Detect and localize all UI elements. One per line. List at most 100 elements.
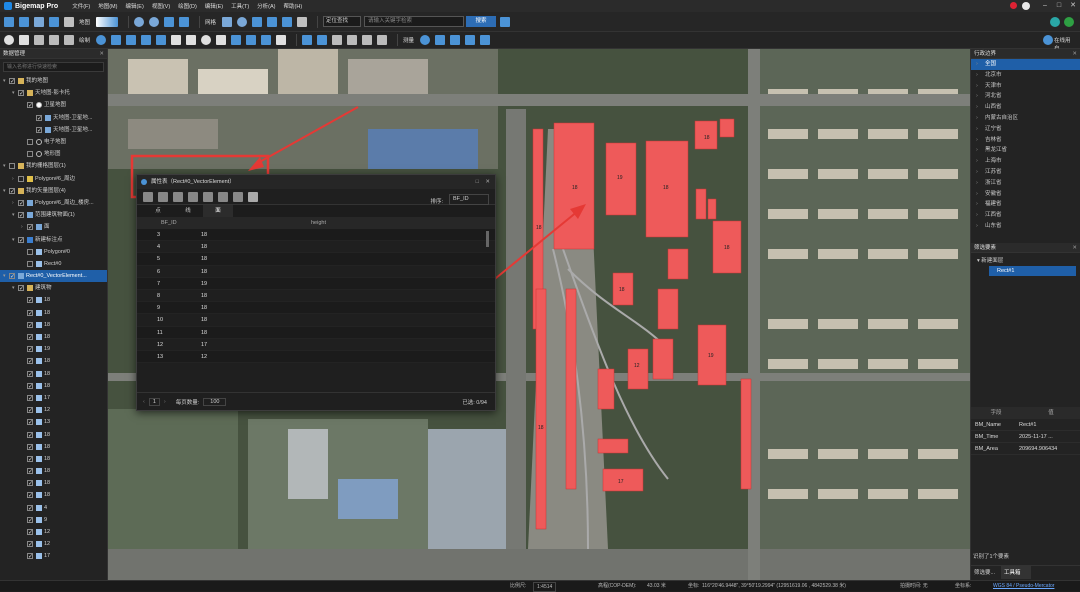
filter-group[interactable]: ▾ 新建面层 [971,253,1080,264]
share-icon[interactable] [1050,17,1060,27]
polygon-select-icon[interactable] [49,35,59,45]
gear-icon[interactable] [34,16,44,27]
layer-tree-item[interactable]: 天地图-卫星地... [0,124,107,137]
layer-tree-item[interactable]: ▾Rect#0_VectorElement... [0,270,107,283]
layer-tree-item[interactable]: 18 [0,380,107,393]
layer-checkbox[interactable] [27,248,33,255]
maximize-icon[interactable]: □ [1054,2,1064,10]
region-item[interactable]: 安徽省 [971,189,1080,200]
layer-checkbox[interactable] [27,454,33,466]
layer-checkbox[interactable] [27,260,33,267]
panel-close-icon[interactable]: ✕ [1072,49,1077,59]
table-row[interactable]: 5 18 [137,253,495,266]
calc-field-icon[interactable] [218,191,228,202]
menu-draw[interactable]: 绘图(D) [178,2,197,10]
layer-checkbox[interactable] [27,356,33,368]
col-header-height[interactable]: height [191,217,495,229]
region-item[interactable]: 黑龙江省 [971,145,1080,156]
layer-tree-item[interactable]: 18 [0,368,107,381]
layer-tree-item[interactable]: 卫星地图 [0,99,107,112]
layer-checkbox[interactable] [27,308,33,320]
layout-icon[interactable] [252,16,263,27]
region-item[interactable]: 江西省 [971,210,1080,221]
layer-checkbox[interactable] [9,163,15,170]
page-number[interactable]: 1 [148,397,160,406]
grid-icon[interactable] [222,16,233,27]
attribute-table-dialog[interactable]: 属性表（Rect#0_VectorElement） □ ✕ 排序: BF_ID … [136,174,496,411]
layer-checkbox[interactable] [27,222,33,234]
layer-tree-item[interactable]: 电子地图 [0,136,107,148]
region-item[interactable]: 全国 [971,59,1080,70]
table-row[interactable]: 7 19 [137,277,495,290]
region-item[interactable]: 内蒙古自治区 [971,113,1080,124]
tab-toolbox[interactable]: 工具箱 [1001,566,1031,579]
layer-tree-item[interactable]: 9 [0,514,107,527]
open-file-icon[interactable] [4,16,14,27]
layer-tree-item[interactable]: 12 [0,404,107,417]
layer-checkbox[interactable] [27,381,33,393]
close-icon[interactable]: ✕ [1068,2,1078,10]
restore-icon[interactable]: □ [476,175,479,189]
layer-checkbox[interactable] [9,76,15,88]
pentagon-icon[interactable] [186,35,197,45]
layer-tree-item[interactable]: 18 [0,331,107,344]
layer-tree-item[interactable]: 18 [0,294,107,307]
cut-icon[interactable] [347,35,358,45]
prev-page-icon[interactable]: ‹ [143,399,145,405]
layer-checkbox[interactable] [36,113,42,125]
layer-tree-item[interactable]: ▾范围建筑物面(1) [0,209,107,222]
layer-tree-item[interactable]: 19 [0,343,107,356]
region-item[interactable]: 上海市 [971,156,1080,167]
menu-icon[interactable] [248,191,258,202]
layer-checkbox[interactable] [27,320,33,332]
layer-checkbox[interactable] [18,283,24,295]
measure-area-icon[interactable] [450,35,461,45]
export-icon[interactable] [49,16,59,27]
layer-tree-item[interactable]: ›面 [0,221,107,234]
menu-tools[interactable]: 工具(T) [231,2,249,10]
layer-checkbox[interactable] [9,186,15,198]
zoom-to-icon[interactable] [203,191,213,202]
menu-edit-2[interactable]: 编辑(E) [205,2,223,10]
region-item[interactable]: 江苏省 [971,167,1080,178]
measure-point-icon[interactable] [420,35,431,45]
layer-checkbox[interactable] [27,369,33,381]
table-row[interactable]: 12 17 [137,339,495,351]
square-icon[interactable] [171,35,182,45]
layer-tree-item[interactable]: 18 [0,355,107,368]
text-icon[interactable] [231,35,242,45]
attr-row[interactable]: BM_Time 2025-11-17 ... [971,431,1080,443]
crs-link[interactable]: WGS 84 / Pseudo-Mercator [993,581,1054,591]
brush-icon[interactable] [297,16,308,27]
full-extent-icon[interactable] [164,16,175,27]
layer-tree-item[interactable]: 17 [0,550,107,563]
region-item[interactable]: 天津市 [971,81,1080,92]
layer-tree-item[interactable]: 地形图 [0,148,107,160]
table-row[interactable]: 8 18 [137,290,495,303]
export-table-icon[interactable] [188,191,198,202]
panel-close-icon[interactable]: ✕ [1072,243,1077,253]
layer-checkbox[interactable] [27,405,33,417]
layer-checkbox[interactable] [27,551,33,563]
delete-row-icon[interactable] [158,191,168,202]
layer-tree-item[interactable]: 18 [0,441,107,454]
table-row[interactable]: 9 18 [137,302,495,315]
more-icon[interactable] [64,16,74,27]
attr-row[interactable]: BM_Name Rect#1 [971,419,1080,431]
layer-checkbox[interactable] [27,490,33,502]
paste-icon[interactable] [377,35,388,45]
layer-checkbox[interactable] [27,478,33,490]
layer-tree-item[interactable]: 13 [0,416,107,429]
measure-angle-icon[interactable] [465,35,476,45]
layer-checkbox[interactable] [27,332,33,344]
layer-checkbox[interactable] [18,210,24,222]
layer-tree-item[interactable]: 4 [0,502,107,515]
layer-tree-item[interactable]: 18 [0,428,107,442]
image-icon[interactable] [246,35,257,45]
region-item[interactable]: 辽宁省 [971,124,1080,135]
pan-icon[interactable] [4,35,14,45]
menu-view[interactable]: 视图(V) [152,2,170,10]
redo-icon[interactable] [317,35,328,45]
filter-icon[interactable] [173,191,183,202]
zoom-out-icon[interactable] [149,16,160,27]
